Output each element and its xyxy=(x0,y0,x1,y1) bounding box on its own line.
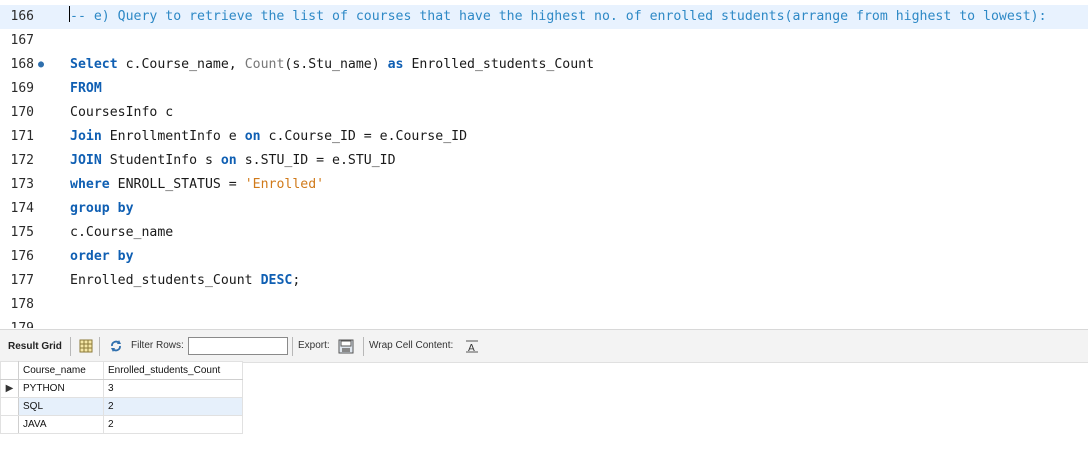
line-number: 178 xyxy=(10,297,34,312)
sql-keyword: where xyxy=(70,177,110,192)
sql-keyword: order by xyxy=(70,249,134,264)
line-number: 167 xyxy=(10,33,34,48)
table-cell[interactable]: SQL xyxy=(18,397,104,416)
sql-editor[interactable]: 166 -- e) Query to retrieve the list of c… xyxy=(0,0,1088,328)
line-number: 177 xyxy=(10,273,34,288)
code-text: JOIN StudentInfo s on s.STU_ID = e.STU_I… xyxy=(70,149,396,173)
line-number: 176 xyxy=(10,249,34,264)
sql-keyword: group by xyxy=(70,201,134,216)
code-token: c.Course_name, xyxy=(117,57,245,72)
editor-line[interactable]: 168 ● Select c.Course_name, Count(s.Stu_na… xyxy=(0,53,1088,77)
sql-comment: -- e) Query to retrieve the list of cour… xyxy=(70,9,1047,24)
sql-keyword: on xyxy=(220,153,237,168)
code-text: CoursesInfo c xyxy=(70,101,173,125)
row-header xyxy=(0,415,19,434)
table-row[interactable]: JAVA 2 xyxy=(0,415,243,434)
line-number: 174 xyxy=(10,201,34,216)
sql-keyword: FROM xyxy=(70,81,102,96)
editor-line[interactable]: 178 xyxy=(0,293,1088,317)
code-token: ENROLL_STATUS = xyxy=(109,177,245,192)
line-number: 171 xyxy=(10,129,34,144)
wrap-cell-content-label: Wrap Cell Content: xyxy=(369,340,454,351)
filter-rows-input[interactable] xyxy=(188,337,288,355)
editor-line[interactable]: 177 Enrolled_students_Count DESC; xyxy=(0,269,1088,293)
export-label: Export: xyxy=(298,340,330,351)
code-text: Join EnrollmentInfo e on c.Course_ID = e… xyxy=(70,125,467,149)
editor-line[interactable]: 175 c.Course_name xyxy=(0,221,1088,245)
editor-line[interactable]: 172 JOIN StudentInfo s on s.STU_ID = e.ST… xyxy=(0,149,1088,173)
sql-keyword: JOIN xyxy=(70,153,102,168)
code-token: Enrolled_students_Count xyxy=(70,273,261,288)
toolbar-divider xyxy=(70,337,71,356)
editor-line[interactable]: 170 CoursesInfo c xyxy=(0,101,1088,125)
result-grid: Course_name Enrolled_students_Count ▶ PY… xyxy=(0,361,243,434)
editor-line[interactable]: 166 -- e) Query to retrieve the list of c… xyxy=(0,5,1088,29)
sql-keyword: Select xyxy=(70,57,118,72)
table-cell[interactable]: 3 xyxy=(103,379,243,398)
code-token: c.Course_ID = e.Course_ID xyxy=(260,129,468,144)
row-header xyxy=(0,397,19,416)
line-number: 179 xyxy=(8,317,34,328)
editor-line[interactable]: 173 where ENROLL_STATUS = 'Enrolled' xyxy=(0,173,1088,197)
editor-line[interactable]: 167 xyxy=(0,29,1088,53)
code-token: s.STU_ID = e.STU_ID xyxy=(236,153,396,168)
sql-function: Count xyxy=(244,57,285,72)
export-file-icon[interactable] xyxy=(338,339,354,354)
refresh-icon[interactable] xyxy=(109,339,123,353)
table-row[interactable]: SQL 2 xyxy=(0,397,243,416)
code-text: group by xyxy=(70,197,134,221)
code-text: Enrolled_students_Count DESC; xyxy=(70,269,300,293)
code-token: c.Course_name xyxy=(70,225,174,240)
code-text: -- e) Query to retrieve the list of cour… xyxy=(70,5,1047,29)
editor-line[interactable]: 169 FROM xyxy=(0,77,1088,101)
line-number: 173 xyxy=(10,177,34,192)
text-caret xyxy=(69,6,70,22)
table-cell[interactable]: JAVA xyxy=(18,415,104,434)
toolbar-divider xyxy=(292,337,293,356)
code-token: EnrollmentInfo e xyxy=(101,129,245,144)
editor-line[interactable]: 171 Join EnrollmentInfo e on c.Course_ID … xyxy=(0,125,1088,149)
column-header[interactable]: Course_name xyxy=(18,361,104,380)
sql-keyword: DESC xyxy=(260,273,293,288)
table-cell[interactable]: 2 xyxy=(103,415,243,434)
editor-line[interactable]: 176 order by xyxy=(0,245,1088,269)
code-text: order by xyxy=(70,245,134,269)
line-number: 169 xyxy=(10,81,34,96)
result-grid-tab[interactable]: Result Grid xyxy=(4,337,66,356)
code-token: Enrolled_students_Count xyxy=(403,57,595,72)
code-token: CoursesInfo c xyxy=(70,105,174,120)
sql-keyword: on xyxy=(244,129,261,144)
filter-rows-label: Filter Rows: xyxy=(131,340,184,351)
wrap-text-icon[interactable]: A xyxy=(465,339,479,354)
current-row-indicator: ▶ xyxy=(0,379,19,398)
toolbar-divider xyxy=(363,337,364,356)
line-number: 175 xyxy=(10,225,34,240)
code-text: FROM xyxy=(70,77,102,101)
column-header[interactable]: Enrolled_students_Count xyxy=(103,361,243,380)
line-number: 170 xyxy=(10,105,34,120)
sql-keyword: as xyxy=(387,57,404,72)
table-cell[interactable]: PYTHON xyxy=(18,379,104,398)
statement-marker-icon[interactable]: ● xyxy=(38,53,46,77)
code-text: Select c.Course_name, Count(s.Stu_name) … xyxy=(70,53,594,77)
grid-view-icon[interactable] xyxy=(79,339,93,353)
code-token: (s.Stu_name) xyxy=(284,57,388,72)
code-token: StudentInfo s xyxy=(101,153,221,168)
editor-line[interactable]: 179 xyxy=(0,317,1088,328)
table-cell[interactable]: 2 xyxy=(103,397,243,416)
row-header-corner xyxy=(0,361,19,380)
line-number: 166 xyxy=(10,9,34,24)
sql-keyword: Join xyxy=(70,129,102,144)
editor-line[interactable]: 174 group by xyxy=(0,197,1088,221)
sql-string: 'Enrolled' xyxy=(244,177,325,192)
results-panel: Result Grid Filter Rows: Export: Wrap Ce… xyxy=(0,329,1088,455)
line-number: 168 xyxy=(10,57,34,72)
code-text: where ENROLL_STATUS = 'Enrolled' xyxy=(70,173,324,197)
code-text: c.Course_name xyxy=(70,221,173,245)
table-row[interactable]: ▶ PYTHON 3 xyxy=(0,379,243,398)
results-toolbar: Result Grid Filter Rows: Export: Wrap Ce… xyxy=(0,329,1088,363)
code-token: ; xyxy=(292,273,301,288)
toolbar-divider xyxy=(99,337,100,356)
line-number: 172 xyxy=(10,153,34,168)
